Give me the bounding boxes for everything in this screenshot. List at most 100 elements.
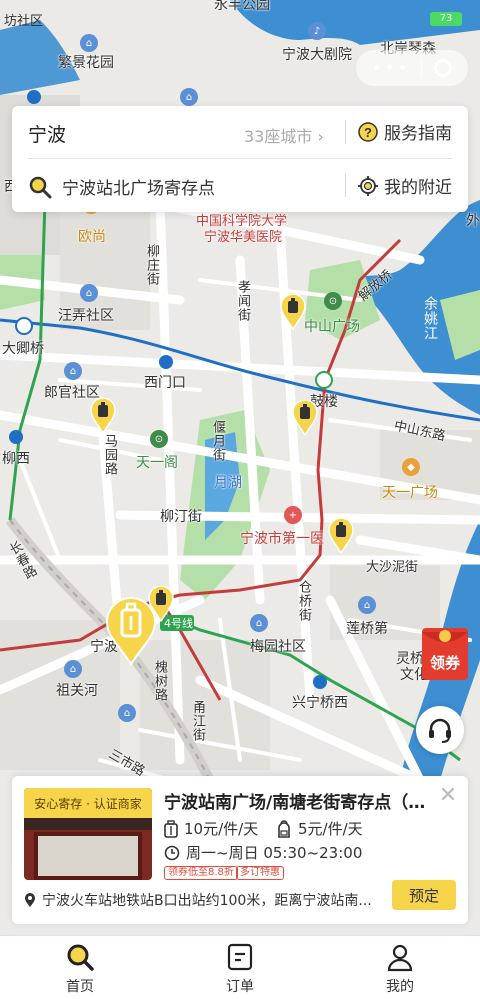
map-label-theatre: 宁波大剧院 — [282, 47, 352, 63]
map-label-liuxi: 柳西 — [2, 451, 30, 467]
map-label-daqing: 大卿桥 — [2, 341, 44, 357]
tab-home[interactable]: 首页 — [0, 936, 160, 999]
map-label-yuehu: 月湖 — [214, 475, 242, 491]
location-pin-icon — [25, 893, 35, 907]
certified-badge: 安心寄存 · 认证商家 — [24, 788, 152, 818]
headset-icon — [429, 718, 451, 743]
map-label-right-edge: 外 — [466, 213, 480, 229]
poi-icon[interactable]: ⌂ — [80, 34, 98, 52]
search-icon — [67, 944, 94, 971]
clock-icon — [164, 845, 180, 860]
tab-orders[interactable]: 订单 — [160, 936, 320, 999]
poi-icon[interactable]: ⌂ — [180, 88, 198, 106]
store-address: 宁波火车站地铁站B口出站约100米，距离宁波站南... — [24, 890, 384, 910]
city-selector[interactable]: 宁波 — [28, 120, 66, 147]
map-label-huaishu: 槐树路 — [152, 660, 167, 702]
store-photo-sign — [24, 818, 152, 830]
map-label-zuguan: 祖关河 — [56, 683, 98, 699]
search-input[interactable]: 宁波站北广场寄存点 — [62, 174, 215, 199]
battery-icon: 73 — [430, 12, 462, 26]
poi-icon[interactable]: ⌂ — [64, 362, 82, 380]
map-label-yongjiang: 甬江街 — [190, 700, 205, 742]
city-count-label: 33座城市 — [244, 127, 313, 146]
map-label-huamei: 宁波华美医院 — [204, 230, 283, 245]
map-label-dashani: 大沙泥街 — [366, 560, 419, 575]
mini-program-capsule[interactable]: ••• — [356, 50, 468, 86]
luggage-marker-icon[interactable] — [292, 400, 318, 436]
more-icon[interactable]: ••• — [372, 58, 410, 79]
city-count-link[interactable]: 33座城市 › — [244, 123, 324, 147]
close-icon[interactable]: ✕ — [436, 784, 460, 808]
tab-profile-label: 我的 — [386, 979, 414, 995]
backpack-icon — [278, 819, 290, 838]
luggage-marker-icon[interactable] — [280, 294, 306, 330]
svg-text:?: ? — [364, 125, 372, 140]
music-poi-icon[interactable]: ♪ — [308, 22, 326, 40]
map-label-tianyi-sq: 天一广场 — [382, 485, 438, 501]
store-image[interactable]: 安心寄存 · 认证商家 — [24, 788, 152, 880]
map-label-ouchang: 欧尚 — [78, 229, 106, 245]
coupon-label: 领券 — [429, 654, 460, 672]
coupon-button[interactable]: 领券 — [420, 622, 470, 682]
multi-order-tag: 多订特惠 — [236, 866, 284, 880]
divider — [345, 173, 346, 197]
map-label-first-hosp: 宁波市第一医 — [240, 531, 324, 547]
poi-icon[interactable]: ⌂ — [250, 614, 268, 632]
service-guide-button[interactable]: ? 服务指南 — [358, 119, 452, 144]
park-poi-icon[interactable]: ⊙ — [150, 430, 168, 448]
map-label-wangnong: 汪弄社区 — [58, 308, 114, 324]
user-icon — [387, 944, 413, 972]
hospital-poi-icon[interactable]: + — [284, 506, 302, 524]
map-label-meiyuan: 梅园社区 — [250, 639, 306, 655]
map-label-cangqiao: 仓桥街 — [296, 580, 311, 622]
map-label-liuting: 柳汀街 — [160, 509, 202, 525]
tab-bar: 首页 订单 我的 — [0, 935, 480, 999]
selected-luggage-marker-icon[interactable] — [104, 596, 158, 666]
map-label-lianqiao: 莲桥第 — [346, 621, 388, 637]
shopping-poi-icon[interactable]: ◆ — [402, 458, 420, 476]
map-label-mayuan: 马园路 — [102, 434, 117, 476]
store-photo-window — [34, 832, 142, 880]
bag-price-label: 5元/件/天 — [298, 820, 363, 838]
customer-service-button[interactable] — [416, 706, 464, 754]
divider — [345, 120, 346, 144]
map-label-zhongshan: 中山广场 — [304, 319, 360, 335]
luggage-price-label: 10元/件/天 — [184, 820, 259, 838]
book-button[interactable]: 预定 — [392, 880, 456, 910]
opening-hours-label: 周一~周日 05:30~23:00 — [186, 844, 363, 862]
map-label-xingning: 兴宁桥西 — [292, 695, 348, 711]
city-row: 宁波 33座城市 › ? 服务指南 — [12, 106, 468, 158]
park-poi-icon[interactable]: ⊙ — [324, 292, 342, 310]
store-name: 宁波站南广场/南塘老街寄存点（面... — [164, 793, 434, 813]
nearby-label: 我的附近 — [384, 178, 452, 198]
search-card: 宁波 33座城市 › ? 服务指南 宁波站北广场寄存点 我的附近 — [12, 106, 468, 212]
chevron-right-icon: › — [312, 127, 324, 146]
suitcase-icon — [164, 819, 178, 838]
bag-price: 5元/件/天 — [276, 818, 363, 839]
poi-icon[interactable]: ⌂ — [64, 660, 82, 678]
close-mini-program-icon[interactable] — [434, 59, 453, 77]
poi-icon[interactable]: ⌂ — [80, 284, 98, 302]
store-card[interactable]: 安心寄存 · 认证商家 宁波站南广场/南塘老街寄存点（面... ✕ 10元/件/… — [12, 776, 468, 924]
locate-icon — [358, 175, 378, 196]
status-bar-text: 坊社区 — [4, 14, 44, 29]
opening-hours: 周一~周日 05:30~23:00 — [164, 842, 362, 863]
map-label-fanjing: 繁景花园 — [58, 55, 114, 71]
order-icon — [227, 943, 253, 971]
luggage-marker-icon[interactable] — [328, 518, 354, 554]
nearby-button[interactable]: 我的附近 — [358, 173, 452, 198]
search-icon — [29, 176, 52, 199]
tab-home-label: 首页 — [66, 979, 94, 995]
tab-orders-label: 订单 — [226, 979, 254, 995]
poi-icon[interactable]: ⌂ — [118, 704, 136, 722]
store-address-label: 宁波火车站地铁站B口出站约100米，距离宁波站南... — [42, 893, 372, 909]
tab-profile[interactable]: 我的 — [320, 936, 480, 999]
luggage-price: 10元/件/天 — [164, 818, 258, 839]
luggage-marker-icon[interactable] — [90, 398, 116, 434]
map-label-xiaomen: 孝闻街 — [235, 280, 250, 322]
capsule-divider — [421, 59, 423, 77]
poi-icon[interactable]: ⌂ — [358, 596, 376, 614]
map-label-tianyige: 天一阁 — [136, 455, 178, 471]
map-label-ximen: 西门口 — [144, 375, 186, 391]
search-row: 宁波站北广场寄存点 我的附近 — [12, 159, 468, 212]
